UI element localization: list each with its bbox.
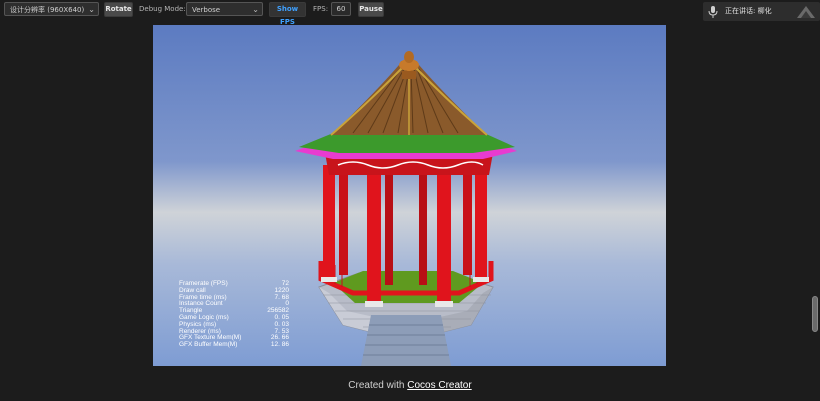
stats-value: 12. 86 [270,341,289,349]
stats-label: GFX Buffer Mem(M) [179,341,238,349]
stats-row: GFX Buffer Mem(M) 12. 86 [179,341,289,349]
rotate-button[interactable]: Rotate [104,2,133,17]
resolution-select[interactable]: 设计分辨率 (960X640) ⌄ [4,2,99,16]
debug-mode-label: Debug Mode: [139,5,186,13]
pause-button[interactable]: Pause [358,2,384,17]
speaking-notification: 正在讲话: 柳化 [703,2,820,21]
toolbar: 设计分辨率 (960X640) ⌄ Rotate Debug Mode: Ver… [0,0,820,26]
footer: Created with Cocos Creator [0,380,820,391]
microphone-icon [708,6,718,18]
debug-mode-value: Verbose [192,6,221,14]
show-fps-button[interactable]: Show FPS [269,2,306,26]
scrollbar[interactable] [812,296,818,332]
chevron-down-icon: ⌄ [88,5,95,14]
fps-label: FPS: [313,5,329,13]
fps-input[interactable]: 60 [331,2,351,16]
chevron-down-icon: ⌄ [252,5,259,14]
fps-stats-panel: Framerate (FPS) 72 Draw call 1220 Frame ti… [179,280,289,349]
notification-text: 正在讲话: 柳化 [725,7,772,15]
app-logo-icon [797,6,815,18]
resolution-select-value: 设计分辨率 (960X640) [10,6,85,14]
cocos-creator-link[interactable]: Cocos Creator [407,380,471,391]
footer-prefix: Created with [348,380,408,391]
game-viewport[interactable]: Framerate (FPS) 72 Draw call 1220 Frame ti… [153,25,666,366]
debug-mode-select[interactable]: Verbose ⌄ [186,2,263,16]
